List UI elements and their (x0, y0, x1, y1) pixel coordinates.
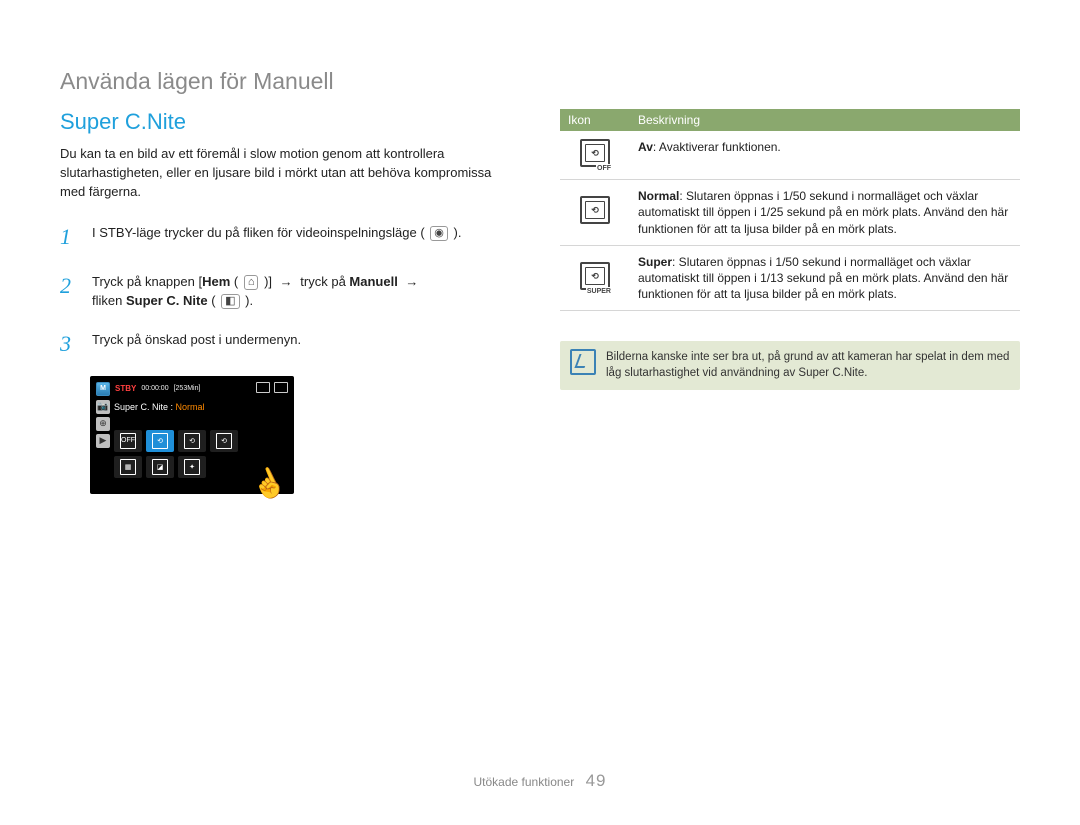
sd-card-icon (256, 382, 270, 393)
row2-item-a[interactable]: ▦ (114, 456, 142, 478)
osd-title-value: Normal (176, 402, 205, 412)
note-text: Bilderna kanske inte ser bra ut, på grun… (606, 349, 1010, 381)
step-2-a: Tryck på knappen [ (92, 274, 202, 289)
camera-tab-icon[interactable]: 📷 (96, 400, 110, 414)
step-number: 2 (60, 269, 78, 311)
step-2: 2 Tryck på knappen [Hem ( ⌂ )] → tryck p… (60, 269, 520, 311)
chapter-title: Använda lägen för Manuell (60, 68, 1020, 95)
option-off[interactable]: OFF (114, 430, 142, 452)
opt-label: Normal (638, 189, 679, 203)
page-footer: Utökade funktioner 49 (0, 771, 1080, 791)
home-icon: ⌂ (244, 275, 259, 290)
option-extra[interactable]: ⟲ (210, 430, 238, 452)
step-3: 3 Tryck på önskad post i undermenyn. (60, 327, 520, 360)
note-box: Bilderna kanske inte ser bra ut, på grun… (560, 341, 1020, 389)
hem-glyph-open: ( (230, 274, 242, 289)
option-table: Ikon Beskrivning ⟲OFF Av: Avaktiverar fu… (560, 109, 1020, 311)
mode-badge: M (96, 382, 110, 396)
intro-text: Du kan ta en bild av ett föremål i slow … (60, 145, 520, 202)
arrow-icon: → (398, 274, 423, 289)
opt-desc: : Slutaren öppnas i 1/50 sekund i normal… (638, 189, 1008, 235)
battery-icon (274, 382, 288, 393)
opt-label: Av (638, 140, 653, 154)
super-cnite-label: Super C. Nite (126, 293, 208, 308)
play-tab-icon[interactable]: ▶ (96, 434, 110, 448)
manuell-label: Manuell (349, 274, 397, 289)
cnite-glyph-close: ). (242, 293, 254, 308)
table-row: ⟲ Normal: Slutaren öppnas i 1/50 sekund … (560, 180, 1020, 246)
row2-item-c[interactable]: ✦ (178, 456, 206, 478)
opt-desc: : Avaktiverar funktionen. (653, 140, 781, 154)
option-super-icon: ⟲SUPER (580, 262, 610, 290)
step-1-text-a: I STBY-läge trycker du på fliken för vid… (92, 225, 428, 240)
hem-label: Hem (202, 274, 230, 289)
section-title: Super C.Nite (60, 109, 520, 135)
step-1: 1 I STBY-läge trycker du på fliken för v… (60, 220, 520, 253)
camera-screen-mockup: M STBY 00:00:00 [253Min] Super C. Nite :… (90, 376, 294, 494)
step-2-tab-a: fliken (92, 293, 126, 308)
rec-time: 00:00:00 (141, 385, 168, 392)
row2-item-b[interactable]: ◪ (146, 456, 174, 478)
option-super[interactable]: ⟲ (178, 430, 206, 452)
footer-section: Utökade funktioner (474, 775, 575, 789)
step-number: 3 (60, 327, 78, 360)
step-3-text: Tryck på önskad post i undermenyn. (92, 327, 301, 360)
remaining-time: [253Min] (174, 385, 201, 392)
cnite-glyph-open: ( (208, 293, 220, 308)
status-icons (256, 382, 288, 393)
stby-label: STBY (115, 384, 136, 393)
table-row: ⟲SUPER Super: Slutaren öppnas i 1/50 sek… (560, 245, 1020, 311)
hem-glyph-close: )] (260, 274, 272, 289)
zoom-tab-icon[interactable]: ⊕ (96, 417, 110, 431)
page-number: 49 (586, 771, 607, 790)
touch-hand-icon: ☝ (246, 461, 292, 506)
arrow-icon: → (272, 274, 300, 289)
option-normal-icon: ⟲ (580, 196, 610, 224)
step-2-mid: tryck på (300, 274, 349, 289)
th-desc: Beskrivning (630, 109, 1020, 131)
table-row: ⟲OFF Av: Avaktiverar funktionen. (560, 131, 1020, 180)
step-number: 1 (60, 220, 78, 253)
th-icon: Ikon (560, 109, 630, 131)
opt-desc: : Slutaren öppnas i 1/50 sekund i normal… (638, 255, 1008, 301)
option-off-icon: ⟲OFF (580, 139, 610, 167)
option-normal[interactable]: ⟲ (146, 430, 174, 452)
osd-title-a: Super C. Nite : (114, 402, 176, 412)
cnite-tab-icon: ◧ (221, 294, 239, 309)
step-1-text-b: ). (450, 225, 462, 240)
video-mode-icon: ◉ (430, 226, 448, 241)
note-icon (570, 349, 596, 375)
opt-label: Super (638, 255, 672, 269)
